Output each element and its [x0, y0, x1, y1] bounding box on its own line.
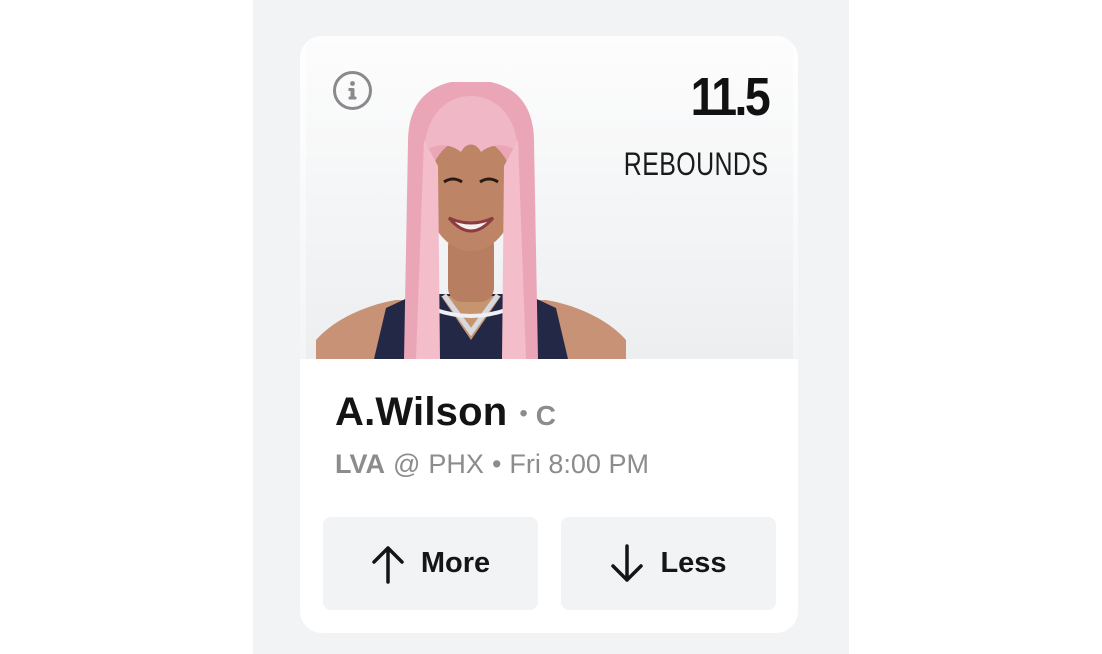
- name-separator: •: [519, 400, 528, 427]
- more-button[interactable]: More: [323, 517, 538, 610]
- home-team: PHX: [428, 449, 484, 479]
- game-matchup: LVA @ PHX • Fri 8:00 PM: [335, 449, 649, 480]
- projection-value: 11.5: [690, 67, 770, 127]
- at-symbol: @: [393, 449, 421, 479]
- player-hero: 11.5 REBOUNDS: [300, 36, 798, 359]
- player-headshot: [316, 82, 626, 359]
- matchup-separator: •: [491, 449, 502, 479]
- player-name: A.Wilson: [335, 390, 508, 434]
- arrow-down-icon: [611, 543, 644, 582]
- arrow-up-icon: [372, 545, 404, 584]
- game-time: Fri 8:00 PM: [509, 449, 649, 479]
- less-button-label: Less: [660, 547, 727, 579]
- player-projection-card[interactable]: 11.5 REBOUNDS A.Wilson • C LVA @ PHX • F…: [300, 36, 798, 633]
- info-icon: [348, 81, 357, 100]
- info-button[interactable]: [333, 71, 372, 110]
- player-position: C: [535, 400, 556, 431]
- away-team: LVA: [335, 449, 385, 479]
- less-button[interactable]: Less: [561, 517, 776, 610]
- player-name-row: A.Wilson • C: [335, 390, 556, 435]
- projection-stat-label: REBOUNDS: [623, 146, 768, 182]
- more-button-label: More: [420, 547, 491, 579]
